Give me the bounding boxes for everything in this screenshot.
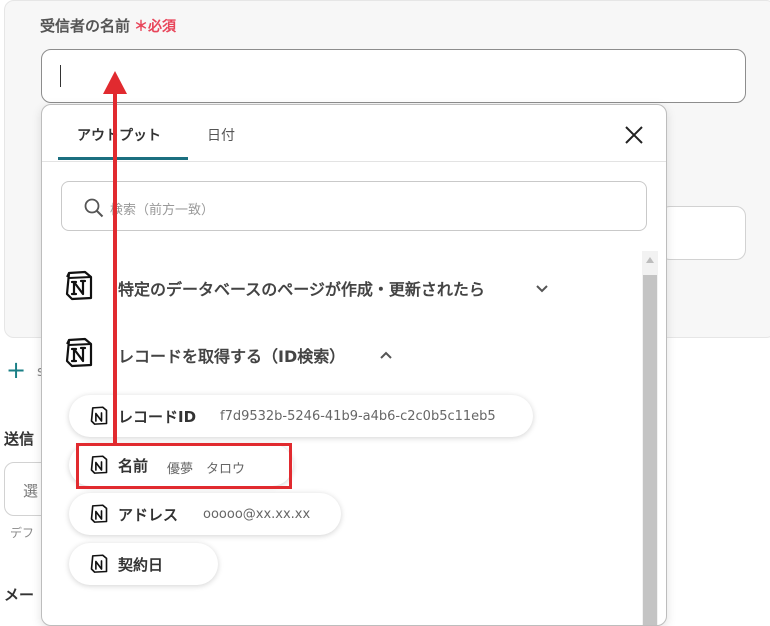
chip-label: アドレス [118,506,179,524]
notion-logo-icon [90,406,108,425]
tab-output[interactable]: アウトプット [77,125,161,145]
default-hint: デフ [10,526,35,540]
background-input[interactable] [660,206,746,260]
output-chip-address[interactable]: アドレス ooooo@xx.xx.xx [69,493,341,535]
active-tab-indicator [58,157,188,160]
required-badge: ＊必須 [134,19,177,35]
section-trigger-title[interactable]: 特定のデータベースのページが作成・更新されたら [118,276,485,300]
scrollbar[interactable] [642,251,658,625]
notion-logo-icon [65,270,93,301]
annotation-highlight-box [76,443,292,489]
search-placeholder: 検索（前方一致） [110,203,215,218]
chevron-up-icon[interactable] [379,348,393,362]
chip-label: レコードID [118,408,197,426]
chip-value: f7d9532b-5246-41b9-a4b6-c2c0b5c11eb5 [220,409,496,424]
text-caret [60,65,61,87]
chevron-down-icon[interactable] [535,282,549,296]
search-icon [84,198,104,218]
scrollbar-thumb[interactable] [643,275,657,625]
chip-value: ooooo@xx.xx.xx [203,507,311,522]
send-label: 送信 [4,430,35,448]
section-get-record-title[interactable]: レコードを取得する（ID検索） [118,343,345,367]
tab-date[interactable]: 日付 [207,125,235,145]
send-select-placeholder: 選 [23,482,39,500]
search-input[interactable]: 検索（前方一致） [61,181,647,231]
output-chip-contract-date[interactable]: 契約日 [69,543,218,585]
plus-icon[interactable]: + [6,358,26,382]
recipient-name-input[interactable] [41,49,746,103]
close-icon[interactable] [622,123,646,147]
recipient-name-label: 受信者の名前 ＊必須 [40,17,177,35]
picker-tabs: アウトプット 日付 [42,105,666,162]
notion-logo-icon [90,504,108,523]
chip-label: 契約日 [118,556,164,574]
notion-logo-icon [65,337,93,368]
output-chip-record-id[interactable]: レコードID f7d9532b-5246-41b9-a4b6-c2c0b5c11… [69,395,533,437]
scroll-up-arrow[interactable] [646,257,654,263]
notion-logo-icon [90,554,108,573]
mail-label: メー [4,586,35,604]
